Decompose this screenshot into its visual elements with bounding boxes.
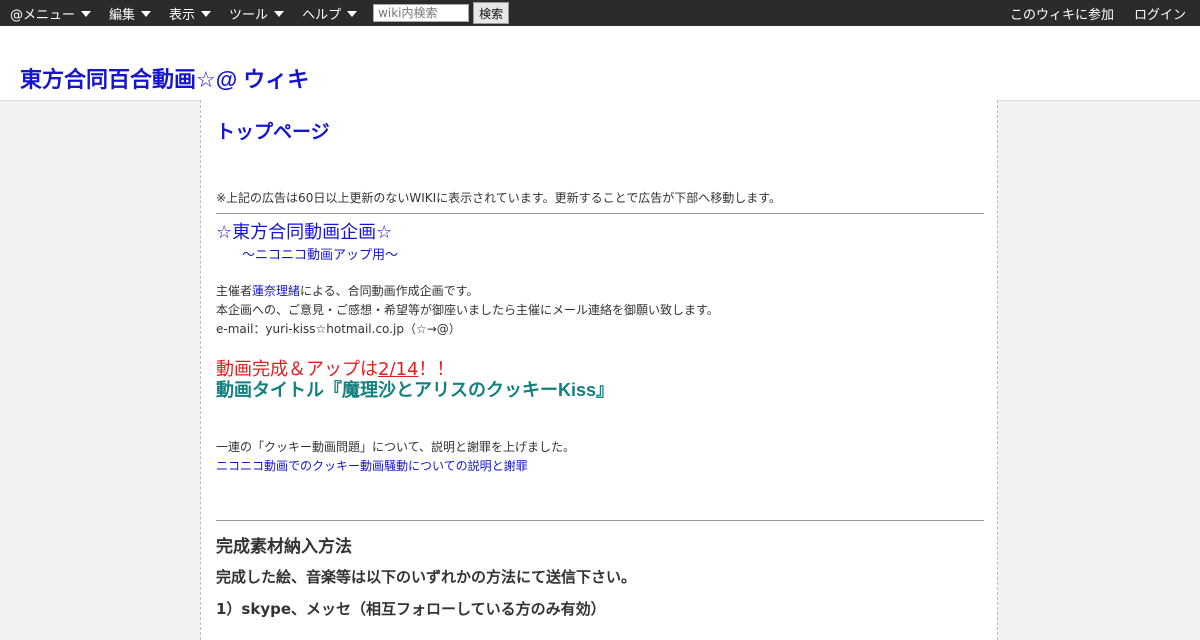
divider	[216, 213, 984, 214]
email-line: e-mail：yuri-kiss☆hotmail.co.jp（☆→@）	[216, 322, 461, 336]
chevron-down-icon	[141, 11, 152, 17]
menu-help-label: ヘルプ	[302, 7, 342, 23]
apology-text: 一連の「クッキー動画問題」について、説明と謝罪を上げました。	[216, 440, 576, 454]
site-title[interactable]: 東方合同百合動画☆@ ウィキ	[20, 62, 309, 94]
chevron-down-icon	[81, 11, 92, 17]
site-header: 東方合同百合動画☆@ ウィキ	[0, 26, 1200, 101]
chevron-down-icon	[347, 11, 358, 17]
main-content: トップページ ※上記の広告は60日以上更新のないWIKIに表示されています。更新…	[200, 100, 998, 640]
chevron-down-icon	[274, 11, 285, 17]
menu-help[interactable]: ヘルプ	[302, 4, 358, 23]
contact-line: 本企画への、ご意見・ご感想・希望等が御座いましたら主催にメール連絡を御願い致しま…	[216, 303, 719, 317]
menu-view-label: 表示	[169, 7, 196, 23]
menu-atmenu[interactable]: @メニュー	[10, 4, 92, 23]
login-link[interactable]: ログイン	[1134, 4, 1186, 23]
menubar-left: @メニュー 編集 表示 ツール ヘルプ 検索	[10, 0, 510, 26]
page-title: トップページ	[216, 122, 330, 143]
menu-tools-label: ツール	[229, 7, 269, 23]
submission-method-1: 1）skype、メッセ（相互フォローしている方のみ有効）	[216, 600, 606, 618]
menu-edit-label: 編集	[109, 7, 136, 23]
menu-tools[interactable]: ツール	[229, 4, 285, 23]
menubar-right: このウィキに参加 ログイン	[990, 0, 1186, 26]
top-menubar: @メニュー 編集 表示 ツール ヘルプ 検索 このウィキに参加 ログイン	[0, 0, 1200, 26]
submission-instruction: 完成した絵、音楽等は以下のいずれかの方法にて送信下さい。	[216, 568, 637, 586]
organizer-suffix: による、合同動画作成企画です。	[300, 284, 479, 298]
join-wiki-link[interactable]: このウィキに参加	[1010, 4, 1114, 23]
project-title: ☆東方合同動画企画☆	[216, 222, 393, 243]
apology-link[interactable]: ニコニコ動画でのクッキー動画騒動についての説明と謝罪	[216, 457, 528, 474]
menu-atmenu-label: @メニュー	[10, 7, 76, 23]
chevron-down-icon	[201, 11, 212, 17]
menu-edit[interactable]: 編集	[109, 4, 152, 23]
ad-note: ※上記の広告は60日以上更新のないWIKIに表示されています。更新することで広告…	[216, 191, 782, 205]
organizer-prefix: 主催者	[216, 284, 253, 298]
section-heading-submission: 完成素材納入方法	[216, 537, 352, 557]
organizer-link[interactable]: 蓮奈理緒	[252, 284, 300, 298]
movie-title: 動画タイトル『魔理沙とアリスのクッキーKiss』	[216, 380, 615, 400]
organizer-line: 主催者蓮奈理緒による、合同動画作成企画です。	[216, 282, 478, 299]
wiki-search-input[interactable]	[373, 4, 470, 22]
project-subtitle: ～ニコニコ動画アップ用～	[242, 248, 399, 263]
divider	[216, 520, 984, 521]
search-button[interactable]: 検索	[473, 2, 510, 24]
menu-view[interactable]: 表示	[169, 4, 212, 23]
